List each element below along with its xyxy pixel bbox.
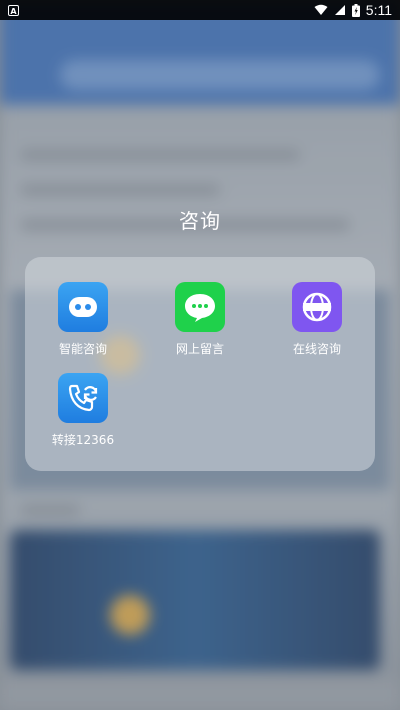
notification-icon: A: [8, 4, 19, 16]
app-online-message[interactable]: 网上留言: [150, 282, 250, 357]
chat-bot-icon[interactable]: [58, 282, 108, 332]
app-label: 网上留言: [175, 342, 224, 356]
cellular-signal-icon: [334, 5, 345, 15]
status-bar: A 5:11: [0, 0, 400, 20]
status-indicators: 5:11: [314, 2, 392, 18]
phone-transfer-icon[interactable]: [58, 373, 108, 423]
message-bubble-icon[interactable]: [175, 282, 225, 332]
clock: 5:11: [365, 2, 392, 18]
app-smart-consult[interactable]: 智能咨询: [33, 282, 133, 357]
app-label: 智能咨询: [58, 342, 107, 356]
app-transfer-12366[interactable]: 转接12366: [33, 373, 133, 448]
battery-icon: [351, 3, 360, 17]
globe-icon[interactable]: [292, 282, 342, 332]
app-live-consult[interactable]: 在线咨询: [267, 282, 367, 357]
app-label: 在线咨询: [292, 342, 341, 356]
folder-panel: 智能咨询 网上留言 在线咨询 转接12366: [25, 257, 375, 471]
folder-title[interactable]: 咨询: [0, 205, 400, 234]
wifi-icon: [314, 4, 328, 15]
app-label: 转接12366: [51, 433, 115, 447]
